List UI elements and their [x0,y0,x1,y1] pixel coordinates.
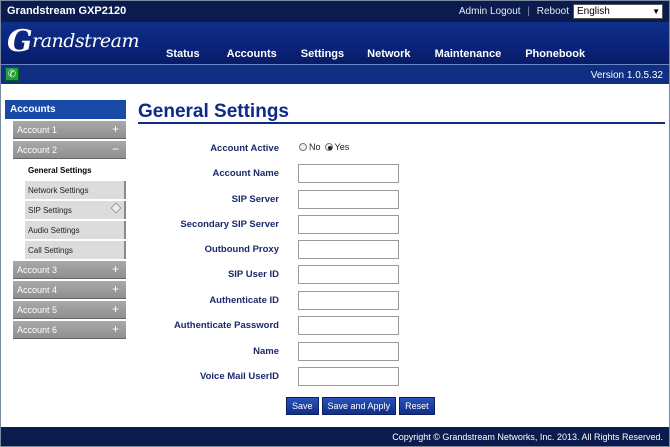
radio-yes[interactable] [324,143,333,151]
menu-maintenance[interactable]: Maintenance [435,48,502,60]
radio-yes-label: Yes [334,142,350,152]
account-active-radios: No Yes [299,142,349,152]
sidebar-item-account-1[interactable]: Account 1 + [13,121,126,139]
sidebar-item-account-3[interactable]: Account 3 + [13,261,126,279]
voice-mail-userid-input[interactable] [298,367,399,386]
sip-server-input[interactable] [298,190,399,209]
top-bar: Grandstream GXP2120 Admin Logout | Reboo… [1,1,669,22]
authenticate-id-row: Authenticate ID [151,291,451,311]
footer: Copyright © Grandstream Networks, Inc. 2… [1,427,669,446]
sidebar-subitem-label: General Settings [28,166,92,175]
radio-no-label: No [309,142,321,152]
language-value: English [577,6,610,17]
sidebar-subitem-label: Audio Settings [28,226,80,235]
collapse-icon: − [111,142,119,156]
reboot-link[interactable]: Reboot [537,6,569,17]
link-separator: | [527,6,530,17]
page-title: General Settings [138,101,289,122]
sidebar-subitem-label: Call Settings [28,246,73,255]
authenticate-password-input[interactable] [298,316,399,335]
save-button[interactable]: Save [286,397,319,415]
sidebar-item-account-6[interactable]: Account 6 + [13,321,126,339]
radio-no[interactable] [299,143,307,151]
grandstream-logo: Grandstream [7,24,139,59]
field-label: SIP Server [231,194,279,205]
sidebar-item-label: Account 2 [17,145,58,155]
field-label: Voice Mail UserID [199,371,279,382]
expand-icon: + [111,122,119,136]
field-label: Name [253,346,279,357]
sip-user-id-input[interactable] [298,265,399,284]
secondary-sip-server-row: Secondary SIP Server [151,215,451,235]
header-links: Admin Logout | Reboot [459,6,569,17]
logo-text: randstream [32,30,139,52]
sidebar-subitem-sip-settings[interactable]: SIP Settings [25,201,126,219]
outbound-proxy-row: Outbound Proxy [151,240,451,260]
sidebar-item-account-2[interactable]: Account 2 − [13,141,126,159]
menu-phonebook[interactable]: Phonebook [525,48,585,60]
menu-accounts[interactable]: Accounts [227,48,277,60]
field-label: Secondary SIP Server [180,219,279,230]
form-buttons: Save Save and Apply Reset [286,397,438,415]
menu-network[interactable]: Network [367,48,410,60]
voice-mail-userid-row: Voice Mail UserID [151,367,451,387]
save-and-apply-button[interactable]: Save and Apply [321,397,397,415]
sip-server-row: SIP Server [151,190,451,210]
sidebar-item-label: Account 6 [17,325,58,335]
name-input[interactable] [298,342,399,361]
expand-icon: + [111,282,119,296]
sip-user-id-row: SIP User ID [151,265,451,285]
sidebar-item-label: Account 4 [17,285,58,295]
main-menu: Status Accounts Settings Network Mainten… [166,48,585,60]
secondary-sip-server-input[interactable] [298,215,399,234]
sidebar-subitem-call-settings[interactable]: Call Settings [25,241,126,259]
firmware-version: Version 1.0.5.32 [590,70,663,81]
expand-icon: + [111,262,119,276]
expand-icon: + [111,302,119,316]
phone-icon[interactable]: ✆ [5,67,19,81]
authenticate-password-row: Authenticate Password [151,316,451,336]
copyright-text: Copyright © Grandstream Networks, Inc. 2… [392,432,663,442]
sidebar-subitem-label: Network Settings [28,186,89,195]
language-select[interactable]: English ▼ [573,4,663,19]
account-name-row: Account Name [151,164,451,184]
field-label: Outbound Proxy [204,244,279,255]
title-divider [138,122,665,124]
admin-logout-link[interactable]: Admin Logout [459,6,521,17]
reset-button[interactable]: Reset [399,397,435,415]
sidebar-item-account-4[interactable]: Account 4 + [13,281,126,299]
menu-status[interactable]: Status [166,48,200,60]
sidebar-subitem-general-settings[interactable]: General Settings [25,161,126,179]
sidebar-subitem-audio-settings[interactable]: Audio Settings [25,221,126,239]
sidebar-subitem-label: SIP Settings [28,206,72,215]
sidebar-heading: Accounts [5,100,126,119]
app-frame: Grandstream GXP2120 Admin Logout | Reboo… [0,0,670,447]
sidebar-item-label: Account 3 [17,265,58,275]
logo-initial: G [7,24,33,59]
expand-icon: + [111,322,119,336]
outbound-proxy-input[interactable] [298,240,399,259]
account-name-input[interactable] [298,164,399,183]
sidebar: Accounts Account 1 + Account 2 − General… [5,100,126,339]
expand-diamond-icon [110,202,122,214]
field-label: Account Name [212,168,279,179]
sub-band: ✆ Version 1.0.5.32 [1,64,669,84]
sidebar-subitem-network-settings[interactable]: Network Settings [25,181,126,199]
authenticate-id-input[interactable] [298,291,399,310]
device-model: Grandstream GXP2120 [7,5,127,17]
sidebar-item-label: Account 1 [17,125,58,135]
menu-settings[interactable]: Settings [301,48,344,60]
nav-band: Grandstream Status Accounts Settings Net… [1,22,669,64]
field-label: Account Active [210,143,279,154]
name-row: Name [151,342,451,362]
sidebar-item-account-5[interactable]: Account 5 + [13,301,126,319]
sidebar-item-label: Account 5 [17,305,58,315]
dropdown-arrow-icon: ▼ [652,7,660,16]
field-label: SIP User ID [227,269,279,280]
field-label: Authenticate ID [209,295,279,306]
account-active-row: Account Active No Yes [151,139,451,159]
field-label: Authenticate Password [173,320,279,331]
